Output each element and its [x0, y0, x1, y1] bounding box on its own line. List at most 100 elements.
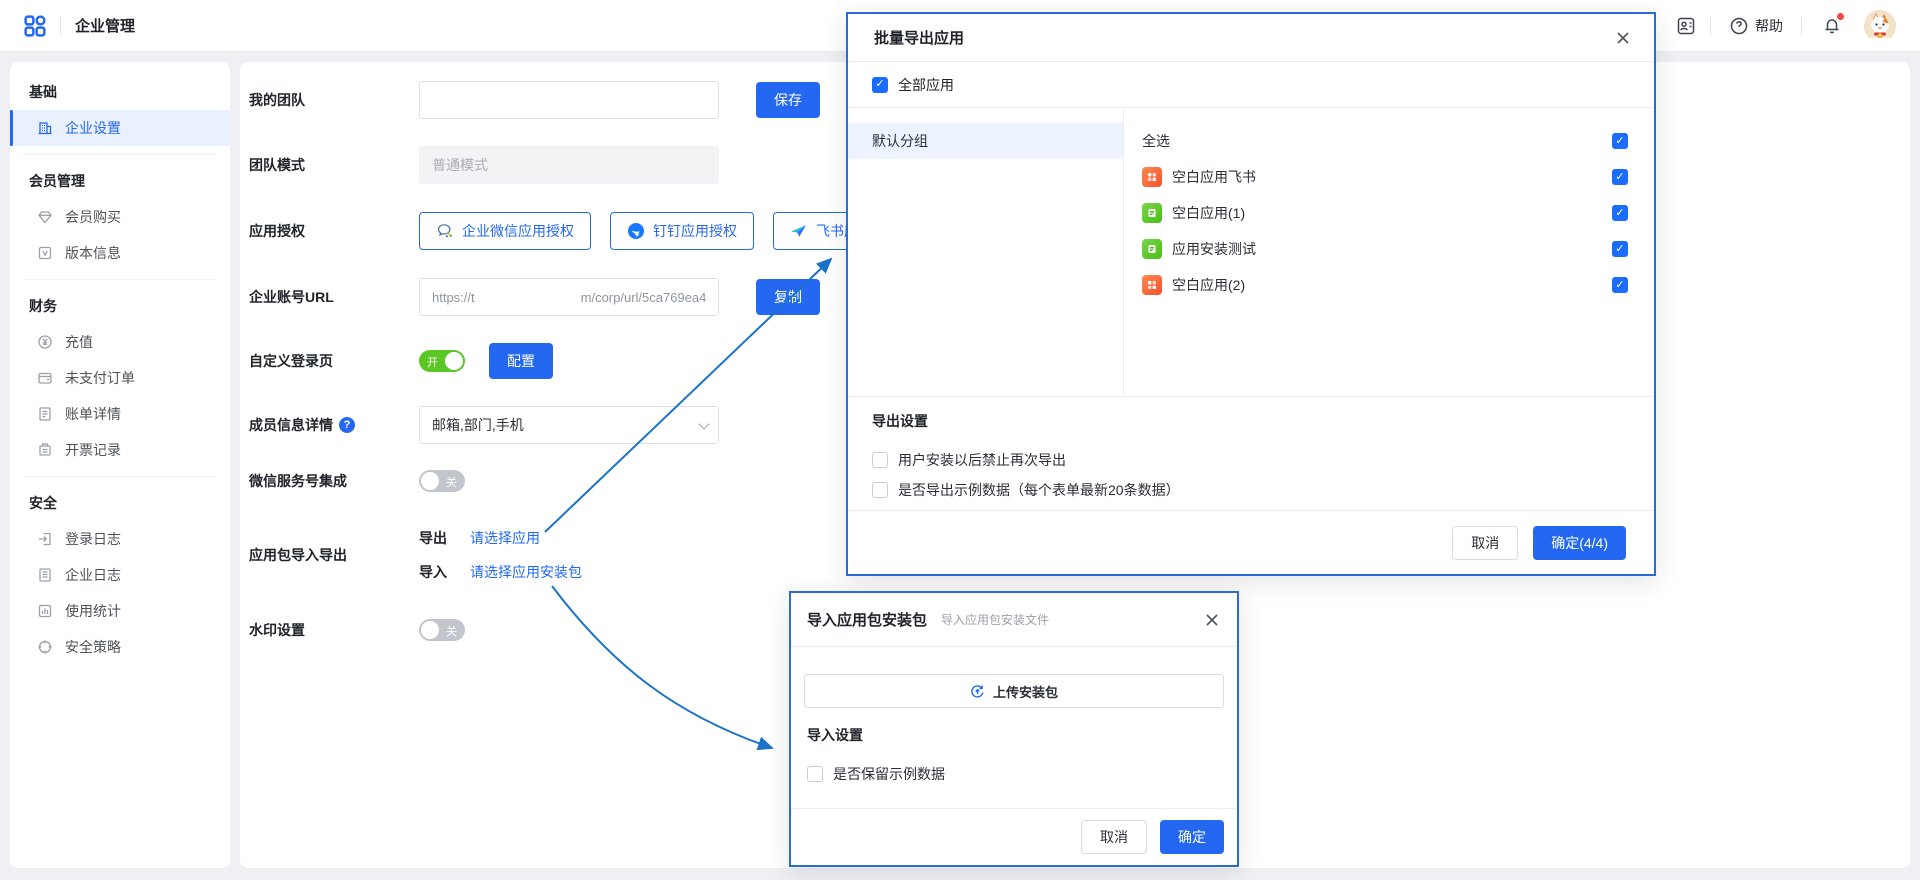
- sidebar: 基础 企业设置 会员管理 会员购买 版本信息 财务 充值: [10, 62, 230, 868]
- sidebar-item-label: 会员购买: [65, 207, 121, 227]
- sidebar-divider: [24, 279, 216, 280]
- sidebar-item-invoice-records[interactable]: 开票记录: [10, 432, 230, 468]
- corp-url-prefix: https://t: [432, 290, 475, 305]
- my-team-label: 我的团队: [249, 90, 419, 110]
- enterprise-management-page: 企业管理 帮助: [0, 0, 1920, 880]
- cancel-button[interactable]: 取消: [1452, 526, 1518, 560]
- import-option-row: 是否保留示例数据: [807, 759, 1221, 789]
- notifications-button[interactable]: [1822, 15, 1842, 38]
- close-icon[interactable]: [1614, 29, 1632, 47]
- team-mode-label: 团队模式: [249, 155, 419, 175]
- export-sample-data-label: 是否导出示例数据（每个表单最新20条数据）: [898, 480, 1180, 500]
- member-info-label-text: 成员信息详情: [249, 415, 333, 435]
- app-checkbox[interactable]: [1612, 277, 1628, 293]
- upload-icon: [970, 684, 985, 699]
- corp-url-label: 企业账号URL: [249, 287, 419, 307]
- app-name: 空白应用飞书: [1172, 167, 1256, 187]
- import-modal-title: 导入应用包安装包: [807, 609, 927, 630]
- login-log-icon: [37, 531, 53, 547]
- recharge-icon: [37, 334, 53, 350]
- export-sample-data-checkbox[interactable]: [872, 482, 888, 498]
- confirm-button[interactable]: 确定: [1160, 820, 1224, 854]
- usage-stats-icon: [37, 603, 53, 619]
- watermark-toggle[interactable]: 关: [419, 619, 465, 641]
- sidebar-item-label: 账单详情: [65, 404, 121, 424]
- sidebar-section-membership: 会员管理: [10, 163, 230, 199]
- app-package-label: 应用包导入导出: [249, 545, 419, 565]
- contacts-icon[interactable]: [1676, 16, 1696, 36]
- dingtalk-auth-button[interactable]: 钉钉应用授权: [610, 212, 754, 250]
- app-name: 应用安装测试: [1172, 239, 1256, 259]
- wechat-service-toggle[interactable]: 关: [419, 470, 465, 492]
- import-line: 导入 请选择应用安装包: [419, 555, 582, 589]
- team-name-input[interactable]: [419, 81, 719, 119]
- sidebar-item-label: 安全策略: [65, 637, 121, 657]
- sidebar-item-label: 企业日志: [65, 565, 121, 585]
- sidebar-item-member-purchase[interactable]: 会员购买: [10, 199, 230, 235]
- sidebar-item-version-info[interactable]: 版本信息: [10, 235, 230, 271]
- sidebar-item-enterprise-settings[interactable]: 企业设置: [10, 110, 230, 146]
- watermark-label: 水印设置: [249, 620, 419, 640]
- import-modal-header: 导入应用包安装包 导入应用包安装文件: [791, 593, 1237, 647]
- bill-icon: [37, 406, 53, 422]
- dingtalk-auth-label: 钉钉应用授权: [653, 221, 737, 241]
- page-title: 企业管理: [75, 15, 135, 36]
- app-checkbox[interactable]: [1612, 169, 1628, 185]
- sidebar-item-unpaid-orders[interactable]: 未支付订单: [10, 360, 230, 396]
- confirm-button[interactable]: 确定(4/4): [1533, 526, 1626, 560]
- sidebar-item-company-logs[interactable]: 企业日志: [10, 557, 230, 593]
- cancel-button[interactable]: 取消: [1081, 820, 1147, 854]
- save-button[interactable]: 保存: [756, 82, 820, 118]
- select-all-label: 全选: [1142, 131, 1170, 151]
- feishu-icon: [790, 222, 808, 240]
- sidebar-section-security: 安全: [10, 485, 230, 521]
- app-checkbox[interactable]: [1612, 241, 1628, 257]
- import-settings-title: 导入设置: [807, 725, 1221, 745]
- wechat-service-label: 微信服务号集成: [249, 471, 419, 491]
- sidebar-item-usage-stats[interactable]: 使用统计: [10, 593, 230, 629]
- select-all-checkbox[interactable]: [1612, 133, 1628, 149]
- app-icon-orange: [1142, 275, 1162, 295]
- member-info-select[interactable]: 邮箱,部门,手机: [419, 406, 719, 444]
- custom-login-toggle[interactable]: 开: [419, 350, 465, 372]
- forbid-reexport-checkbox[interactable]: [872, 452, 888, 468]
- sidebar-item-security-policy[interactable]: 安全策略: [10, 629, 230, 665]
- wechat-work-auth-button[interactable]: 企业微信应用授权: [419, 212, 591, 250]
- app-row: 应用安装测试: [1124, 231, 1654, 267]
- copy-button[interactable]: 复制: [756, 279, 820, 315]
- import-sublabel: 导入: [419, 562, 470, 582]
- sidebar-section-finance: 财务: [10, 288, 230, 324]
- upload-package-button[interactable]: 上传安装包: [804, 674, 1224, 708]
- corp-url-suffix: m/corp/url/5ca769ea4e27...: [581, 290, 706, 305]
- keep-sample-data-checkbox[interactable]: [807, 766, 823, 782]
- group-item-default[interactable]: 默认分组: [848, 123, 1123, 159]
- configure-button[interactable]: 配置: [489, 343, 553, 379]
- export-modal-footer: 取消 确定(4/4): [848, 510, 1654, 574]
- sidebar-item-bill-details[interactable]: 账单详情: [10, 396, 230, 432]
- select-app-link[interactable]: 请选择应用: [470, 528, 540, 548]
- toggle-knob: [445, 352, 463, 370]
- sidebar-item-login-logs[interactable]: 登录日志: [10, 521, 230, 557]
- group-pane: 默认分组: [848, 109, 1124, 396]
- avatar[interactable]: [1864, 10, 1896, 42]
- member-info-label: 成员信息详情: [249, 415, 419, 435]
- export-panes: 默认分组 全选 空白应用飞书 空白应用(1): [848, 109, 1654, 396]
- all-apps-checkbox[interactable]: [872, 77, 888, 93]
- corp-url-field[interactable]: https://t m/corp/url/5ca769ea4e27...: [419, 278, 719, 316]
- import-settings-section: 导入设置 是否保留示例数据: [807, 725, 1221, 789]
- close-icon[interactable]: [1203, 611, 1221, 629]
- help-label: 帮助: [1755, 16, 1783, 36]
- app-name: 空白应用(1): [1172, 203, 1245, 223]
- app-icon-green: [1142, 239, 1162, 259]
- batch-export-modal: 批量导出应用 全部应用 默认分组 全选: [846, 12, 1656, 576]
- help-button[interactable]: 帮助: [1729, 16, 1783, 36]
- sidebar-item-label: 开票记录: [65, 440, 121, 460]
- building-icon: [37, 120, 53, 136]
- apps-grid-logo-icon[interactable]: [24, 15, 46, 37]
- member-info-help-icon[interactable]: [339, 417, 355, 433]
- all-apps-label: 全部应用: [898, 75, 954, 95]
- app-checkbox[interactable]: [1612, 205, 1628, 221]
- select-package-link[interactable]: 请选择应用安装包: [470, 562, 582, 582]
- sidebar-item-recharge[interactable]: 充值: [10, 324, 230, 360]
- app-auth-label: 应用授权: [249, 221, 419, 241]
